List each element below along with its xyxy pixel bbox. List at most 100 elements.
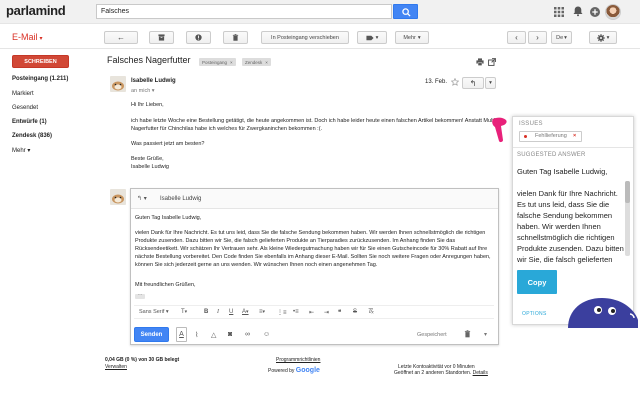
report-spam-button[interactable]	[186, 31, 211, 44]
trash-icon[interactable]	[464, 330, 471, 338]
clear-formatting-button[interactable]: T̸ₓ	[368, 309, 374, 315]
reply-paragraph[interactable]: vielen Dank für Ihre Nachricht. Es tut u…	[135, 229, 493, 269]
app-logo[interactable]: parlamind	[6, 3, 66, 18]
back-button[interactable]: ←	[104, 31, 138, 44]
next-button[interactable]: ›	[528, 31, 547, 44]
my-avatar	[110, 189, 126, 205]
panel-scrollbar-thumb[interactable]	[625, 181, 630, 203]
chevron-down-icon: ▾	[39, 36, 43, 42]
search-button[interactable]	[393, 4, 418, 19]
details-link[interactable]: Details	[473, 370, 488, 376]
drive-icon: △	[211, 332, 217, 339]
assistant-mascot-icon[interactable]	[560, 292, 638, 328]
label-tag-zendesk[interactable]: Zendesk ×	[242, 58, 271, 66]
sidebar-item-inbox[interactable]: Posteingang (1.211)	[12, 76, 68, 82]
suggested-answer-text: Guten Tag Isabelle Ludwig, vielen Dank f…	[517, 167, 624, 264]
delete-button[interactable]	[223, 31, 248, 44]
caret-down-icon: ▾	[246, 309, 249, 315]
emoji-button[interactable]: ☺	[263, 331, 270, 338]
email-subject: Falsches Nagerfutter	[107, 55, 191, 65]
caret-down-icon: ▾	[184, 309, 188, 315]
bell-icon[interactable]	[572, 5, 584, 17]
font-size-button[interactable]: T▾	[181, 309, 187, 315]
reply-more-button[interactable]: ▾	[485, 77, 496, 89]
toolbar-divider	[0, 48, 640, 49]
reply-type-selector[interactable]: ↰ ▾	[137, 195, 147, 202]
smiley-icon: ☺	[263, 331, 271, 338]
text-color-button[interactable]: A▾	[242, 309, 249, 315]
arrow-left-icon: ←	[117, 33, 125, 42]
suggested-answer-heading: SUGGESTED ANSWER	[517, 152, 586, 158]
strikethrough-button[interactable]: S	[353, 309, 357, 315]
close-icon[interactable]: ×	[230, 60, 233, 65]
sidebar-item-sent[interactable]: Gesendet	[12, 105, 38, 111]
sidebar-item-drafts[interactable]: Entwürfe (1)	[12, 119, 47, 125]
sidebar-item-starred[interactable]: Markiert	[12, 91, 34, 97]
numbered-list-button[interactable]: ⋮≡	[277, 309, 287, 316]
message-date: 13. Feb.	[425, 79, 448, 85]
language-select[interactable]: De ▾	[551, 31, 572, 44]
underline-button[interactable]: U	[229, 309, 233, 315]
bulleted-list-button[interactable]: •≡	[293, 309, 299, 315]
share-plus-icon[interactable]	[589, 6, 601, 18]
sender-name[interactable]: Isabelle Ludwig	[131, 78, 176, 84]
indent-more-button[interactable]: ⇥	[324, 309, 329, 316]
alert-icon	[195, 34, 202, 41]
print-icon[interactable]	[476, 58, 484, 66]
indent-less-button[interactable]: ⇤	[309, 309, 314, 316]
reply-closing[interactable]: Mit freundlichen Grüßen,	[135, 281, 493, 289]
close-icon[interactable]: ×	[573, 133, 576, 139]
insert-photo-button[interactable]: ◙	[228, 331, 232, 338]
label-tag-inbox[interactable]: Posteingang ×	[199, 58, 236, 66]
more-options-icon[interactable]: ▾	[484, 331, 487, 338]
star-icon[interactable]	[451, 78, 459, 86]
app-title[interactable]: E-Mail ▾	[12, 32, 43, 42]
program-policies-link[interactable]: Programmrichtlinien	[276, 357, 320, 363]
manage-storage-link[interactable]: Verwalten	[105, 364, 127, 370]
bold-button[interactable]: B	[204, 309, 208, 315]
send-button[interactable]: Senden	[134, 327, 169, 342]
drive-button[interactable]: △	[211, 331, 216, 339]
panel-divider	[513, 147, 633, 148]
sidebar-item-label: Mehr	[12, 148, 26, 154]
insert-link-button[interactable]: ∞	[245, 331, 250, 338]
attach-file-button[interactable]: ⌇	[195, 331, 198, 339]
reply-recipient[interactable]: Isabelle Ludwig	[160, 196, 201, 202]
sender-avatar	[110, 76, 126, 92]
options-link[interactable]: OPTIONS	[522, 311, 547, 317]
labels-button[interactable]: ▾	[357, 31, 387, 44]
recipient-details[interactable]: an mich ▾	[131, 88, 155, 94]
apps-grid-icon[interactable]	[553, 6, 565, 18]
settings-button[interactable]: ▾	[589, 31, 617, 44]
sidebar-item-more[interactable]: Mehr ▾	[12, 147, 30, 154]
parlamind-mark-icon[interactable]	[491, 116, 507, 144]
show-trimmed-content-button[interactable]: ···	[135, 293, 145, 299]
font-family-select[interactable]: Sans Serif ▾	[139, 309, 169, 315]
reply-button[interactable]: ↰	[462, 77, 484, 89]
archive-button[interactable]	[149, 31, 174, 44]
caret-down-icon: ▾	[262, 309, 266, 315]
sidebar-item-zendesk[interactable]: Zendesk (836)	[12, 133, 52, 139]
tag-label: Zendesk	[245, 59, 263, 65]
gear-icon	[596, 33, 605, 42]
hamster-photo	[112, 194, 124, 204]
compose-button[interactable]: SCHREIBEN	[12, 55, 69, 68]
chevron-down-icon: ▾	[489, 80, 492, 86]
chevron-left-icon: ‹	[515, 33, 518, 42]
recipient-label: an mich	[131, 88, 151, 94]
move-to-inbox-button[interactable]: In Posteingang verschieben	[261, 31, 349, 44]
user-avatar[interactable]	[605, 4, 621, 20]
formatting-toggle-button[interactable]: A	[176, 327, 187, 342]
paperclip-icon: ⌇	[195, 332, 199, 339]
issue-label: Fehllieferung	[535, 133, 567, 139]
align-button[interactable]: ≡▾	[259, 309, 265, 315]
open-new-window-icon[interactable]	[488, 58, 496, 66]
previous-button[interactable]: ‹	[507, 31, 526, 44]
copy-button[interactable]: Copy	[517, 270, 557, 294]
reply-greeting[interactable]: Guten Tag Isabelle Ludwig,	[135, 214, 493, 222]
quote-button[interactable]: ❝	[338, 309, 341, 316]
search-input[interactable]	[96, 4, 392, 19]
italic-button[interactable]: I	[217, 309, 219, 315]
close-icon[interactable]: ×	[265, 60, 268, 65]
more-button[interactable]: Mehr ▾	[395, 31, 429, 44]
